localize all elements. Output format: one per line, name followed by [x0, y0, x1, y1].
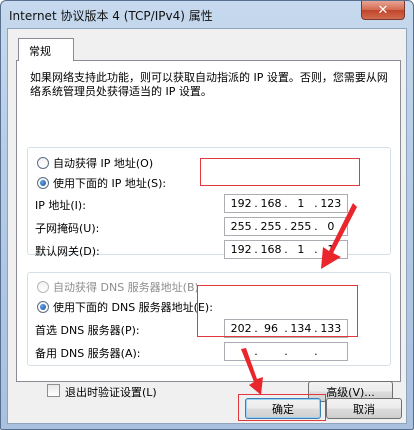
- dialog-window: Internet 协议版本 4 (TCP/IPv4) 属性 ✕ 常规 如果网络支…: [0, 0, 414, 430]
- subnet-mask-label: 子网掩码(U):: [35, 222, 100, 235]
- radio-manual-ip[interactable]: 使用下面的 IP 地址(S):: [37, 175, 166, 191]
- tab-panel: 如果网络支持此功能，则可以获取自动指派的 IP 设置。否则，您需要从网络系统管理…: [16, 60, 401, 402]
- ip-octet: 168: [260, 197, 282, 210]
- window-title: Internet 协议版本 4 (TCP/IPv4) 属性: [9, 9, 213, 23]
- validate-checkbox[interactable]: [47, 384, 60, 397]
- radio-manual-dns-indicator[interactable]: [37, 301, 49, 313]
- description-text: 如果网络支持此功能，则可以获取自动指派的 IP 设置。否则，您需要从网络系统管理…: [30, 71, 388, 98]
- tab-general[interactable]: 常规: [18, 38, 74, 61]
- preferred-dns-input[interactable]: 202. 96. 134. 133: [224, 319, 348, 338]
- title-bar[interactable]: Internet 协议版本 4 (TCP/IPv4) 属性 ✕: [1, 1, 413, 27]
- gateway-input[interactable]: 192. 168. 1. 1: [224, 240, 348, 259]
- ip-octet: 134: [290, 322, 312, 335]
- close-button[interactable]: ✕: [361, 1, 405, 20]
- cancel-button[interactable]: 取消: [326, 398, 402, 419]
- ip-octet: 96: [264, 322, 278, 335]
- ip-address-input[interactable]: 192. 168. 1. 123: [224, 194, 348, 213]
- radio-manual-ip-indicator[interactable]: [37, 177, 49, 189]
- radio-auto-dns-label: 自动获得 DNS 服务器地址(B): [53, 281, 199, 294]
- ip-octet: 255: [260, 220, 282, 233]
- gateway-label: 默认网关(D):: [35, 245, 100, 258]
- subnet-mask-input[interactable]: 255. 255. 255. 0: [224, 217, 348, 236]
- ip-octet: 1: [297, 197, 305, 210]
- ip-octet: 255: [230, 220, 252, 233]
- ip-octet: 123: [320, 197, 342, 210]
- ip-octet: 255: [290, 220, 312, 233]
- radio-auto-ip-label: 自动获得 IP 地址(O): [53, 157, 154, 170]
- ip-octet: 192: [230, 197, 252, 210]
- cancel-button-label: 取消: [353, 402, 375, 416]
- radio-auto-ip[interactable]: 自动获得 IP 地址(O): [37, 155, 153, 171]
- ok-button-label: 确定: [272, 402, 294, 416]
- ip-address-label: IP 地址(I):: [35, 199, 86, 212]
- radio-manual-dns-label: 使用下面的 DNS 服务器地址(E):: [53, 301, 213, 314]
- validate-label: 退出时验证设置(L): [65, 386, 157, 399]
- ip-octet: 1: [297, 243, 305, 256]
- dialog-client: 常规 如果网络支持此功能，则可以获取自动指派的 IP 设置。否则，您需要从网络系…: [7, 28, 407, 424]
- ip-octet: 1: [327, 243, 335, 256]
- radio-auto-ip-indicator[interactable]: [37, 157, 49, 169]
- radio-manual-ip-label: 使用下面的 IP 地址(S):: [53, 177, 167, 190]
- alternate-dns-label: 备用 DNS 服务器(A):: [35, 347, 141, 360]
- ip-octet: 192: [230, 243, 252, 256]
- ip-octet: 202: [230, 322, 252, 335]
- alternate-dns-input[interactable]: . . .: [224, 342, 348, 361]
- ip-octet: 168: [260, 243, 282, 256]
- tab-label: 常规: [29, 45, 51, 58]
- radio-auto-dns[interactable]: 自动获得 DNS 服务器地址(B): [37, 279, 199, 295]
- radio-manual-dns[interactable]: 使用下面的 DNS 服务器地址(E):: [37, 299, 213, 315]
- preferred-dns-label: 首选 DNS 服务器(P):: [35, 324, 140, 337]
- close-icon: ✕: [377, 2, 389, 18]
- ok-button[interactable]: 确定: [245, 398, 321, 419]
- ip-octet: 133: [320, 322, 342, 335]
- radio-auto-dns-indicator[interactable]: [37, 281, 49, 293]
- ip-octet: 0: [327, 220, 335, 233]
